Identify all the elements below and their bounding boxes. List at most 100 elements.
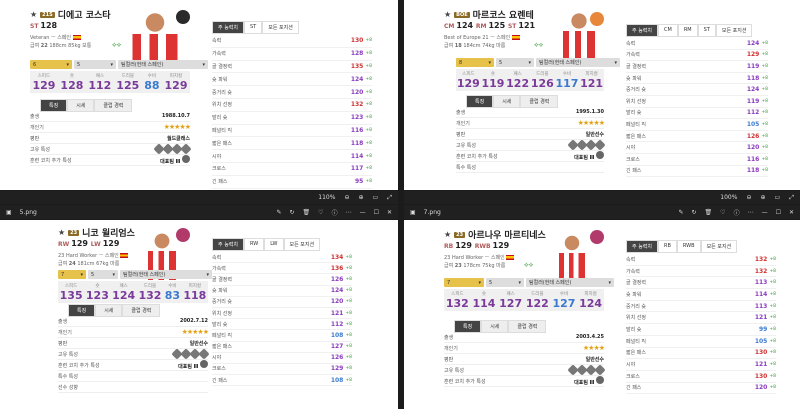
- stat-name: 짧은 패스: [212, 344, 232, 351]
- stat-tab[interactable]: CM: [658, 24, 678, 37]
- stat-row: 가속력 132 +8: [626, 266, 776, 278]
- player-name-row: ★ BOE 마르코스 요렌테: [444, 8, 534, 21]
- maximize-icon[interactable]: ☐: [776, 209, 781, 216]
- team-color-level-select[interactable]: 5 ▾: [74, 60, 116, 69]
- overview-stat: 드리블 126: [531, 71, 554, 90]
- chevron-down-icon: ▾: [66, 61, 69, 68]
- info-value: 1988.10.7: [161, 113, 190, 119]
- stat-row: 짧은 패스 127 +8: [212, 342, 352, 353]
- delete-icon[interactable]: 🗑: [303, 209, 311, 216]
- team-color-level-select[interactable]: 5 ▾: [88, 270, 118, 279]
- stat-tab[interactable]: 모든 포지션: [262, 21, 299, 34]
- fit-icon[interactable]: ▭: [775, 194, 781, 201]
- team-color-value: 팀컬러(헌태 스페인): [539, 60, 582, 66]
- zoom-in-icon[interactable]: ⊕: [760, 194, 765, 201]
- stat-name: 가속력: [212, 51, 226, 58]
- overview-stat: 스피드 129: [457, 71, 480, 90]
- player-name-row: ★ 23 아르나우 마르티네스: [444, 228, 546, 241]
- info-icon[interactable]: ⓘ: [332, 208, 338, 217]
- stat-row: 골 결정력 135 +8: [212, 61, 372, 74]
- stat-tab[interactable]: 모든 포지션: [700, 240, 738, 253]
- favorite-icon[interactable]: ♡: [720, 209, 725, 216]
- stat-tab[interactable]: 주 능력치: [212, 21, 244, 34]
- stat-tab[interactable]: LW: [264, 238, 284, 251]
- file-name: 5.png: [19, 208, 37, 216]
- team-color-select[interactable]: 팀컬러(헌태 스페인) ▾: [118, 60, 208, 69]
- club-logo-icon: [176, 10, 190, 24]
- zoom-out-icon[interactable]: ⊖: [746, 194, 751, 201]
- stat-tab[interactable]: 모든 포지션: [715, 24, 753, 37]
- stat-tab[interactable]: ST: [244, 21, 263, 34]
- upgrade-level-select[interactable]: 7 ▾: [58, 270, 86, 279]
- info-value: 1995.1.30: [575, 109, 604, 115]
- stat-bonus: +8: [761, 40, 768, 46]
- stat-name: 시야: [212, 153, 222, 160]
- stat-tab[interactable]: 모든 포지션: [283, 238, 321, 251]
- stat-row: 중거리 슛 113 +8: [626, 301, 776, 313]
- minimize-icon[interactable]: —: [360, 209, 366, 216]
- stat-row: 속력 124 +8: [626, 38, 768, 50]
- favorite-star-icon[interactable]: ★: [444, 230, 451, 239]
- team-color-select[interactable]: 팀컬러(헌태 스페인) ▾: [120, 270, 212, 279]
- trait-icons: [153, 143, 192, 155]
- salary-value: 18: [454, 43, 462, 49]
- minimize-icon[interactable]: —: [762, 209, 768, 216]
- stat-name: 시야: [626, 145, 636, 152]
- maximize-icon[interactable]: ☐: [374, 209, 379, 216]
- fullscreen-icon[interactable]: ⤢: [387, 194, 392, 202]
- stat-tabs: 주 능력치 ST 모든 포지션: [212, 21, 299, 34]
- favorite-icon[interactable]: ♡: [318, 209, 323, 216]
- stat-tab[interactable]: RW: [244, 238, 265, 251]
- upgrade-level-select[interactable]: 8 ▾: [456, 58, 494, 67]
- stat-tab[interactable]: ST: [697, 24, 716, 37]
- info-icon[interactable]: ⓘ: [734, 208, 740, 217]
- stat-tab[interactable]: 주 능력치: [626, 240, 658, 253]
- info-label: 고유 특성: [456, 142, 476, 149]
- team-color-level-select[interactable]: 5 ▾: [486, 278, 524, 287]
- info-label: 평판: [58, 340, 68, 347]
- stat-bonus: +8: [345, 355, 352, 361]
- edit-icon[interactable]: ✎: [276, 209, 281, 216]
- upgrade-level-select[interactable]: 6 ▾: [30, 60, 72, 69]
- overview-stat: 스피드 135: [60, 283, 83, 302]
- stat-tab[interactable]: RM: [677, 24, 698, 37]
- rotate-icon[interactable]: ↻: [692, 209, 697, 216]
- rotate-icon[interactable]: ↻: [290, 209, 295, 216]
- stat-tab[interactable]: 주 능력치: [212, 238, 244, 251]
- stat-name: 긴 패스: [212, 179, 228, 186]
- stat-tab[interactable]: RB: [658, 240, 677, 253]
- stat-value: 119: [481, 76, 505, 90]
- stat-bonus: +8: [769, 291, 776, 297]
- overview-stat: 슛 128: [60, 73, 83, 92]
- team-color-level-select[interactable]: 5 ▾: [496, 58, 534, 67]
- info-label: 출생: [456, 109, 466, 116]
- stat-value: 126: [530, 76, 554, 90]
- skill-stars: ★★★★★: [163, 123, 191, 131]
- favorite-star-icon[interactable]: ★: [30, 10, 37, 19]
- info-label: 특수 특성: [456, 164, 476, 171]
- stat-tab[interactable]: 주 능력치: [626, 24, 658, 37]
- more-icon[interactable]: ⋯: [748, 209, 754, 216]
- trait-icon: [594, 364, 606, 376]
- stat-row: 시야 120 +8: [626, 142, 768, 154]
- stat-tab[interactable]: RWB: [676, 240, 701, 253]
- club-logo-icon: [590, 12, 604, 26]
- zoom-in-icon[interactable]: ⊕: [358, 194, 363, 201]
- favorite-star-icon[interactable]: ★: [58, 228, 65, 237]
- favorite-star-icon[interactable]: ★: [444, 10, 451, 19]
- upgrade-level-select[interactable]: 7 ▾: [444, 278, 484, 287]
- team-color-select[interactable]: 팀컬러(헌태 스페인) ▾: [536, 58, 620, 67]
- stat-name: 중거리 슛: [212, 89, 232, 96]
- close-icon[interactable]: ✕: [387, 209, 392, 216]
- team-color-select[interactable]: 팀컬러(헌태 스페인) ▾: [526, 278, 614, 287]
- stat-value: 120: [746, 144, 760, 152]
- zoom-out-icon[interactable]: ⊖: [344, 194, 349, 201]
- close-icon[interactable]: ✕: [789, 209, 794, 216]
- edit-icon[interactable]: ✎: [678, 209, 683, 216]
- fullscreen-icon[interactable]: ⤢: [789, 194, 794, 202]
- stat-value: 112: [88, 78, 112, 92]
- more-icon[interactable]: ⋯: [346, 209, 352, 216]
- delete-icon[interactable]: 🗑: [705, 209, 713, 216]
- stat-value: 118: [350, 139, 364, 147]
- fit-icon[interactable]: ▭: [373, 194, 379, 201]
